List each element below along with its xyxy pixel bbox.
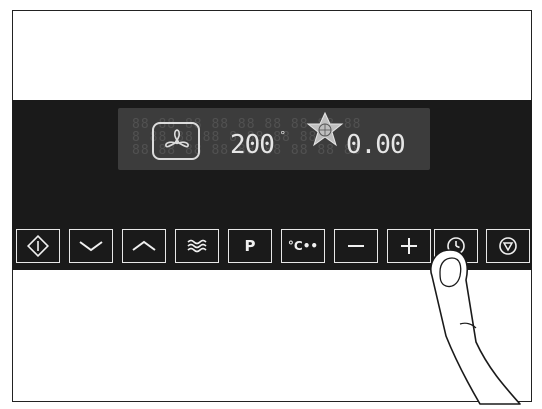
quick-heat-button[interactable]: °C•• [281,229,325,263]
minus-icon [348,245,364,247]
heat-waves-icon [187,239,207,253]
defrost-star-icon [306,111,344,147]
minus-button[interactable] [334,229,378,263]
quick-heat-icon: °C•• [287,238,319,253]
down-button[interactable] [69,229,113,263]
program-icon: P [244,236,256,255]
chevron-up-icon [132,240,156,251]
program-button[interactable]: P [228,229,272,263]
degree-symbol: ° [280,129,286,142]
up-button[interactable] [122,229,166,263]
fan-icon [152,122,200,160]
on-off-icon [27,235,49,257]
heating-mode-button[interactable] [175,229,219,263]
on-off-button[interactable] [16,229,60,263]
temperature-readout: 200 [230,130,275,160]
pointing-finger [430,249,521,405]
chevron-down-icon [79,241,103,252]
timer-readout: 0.00 [346,130,406,160]
